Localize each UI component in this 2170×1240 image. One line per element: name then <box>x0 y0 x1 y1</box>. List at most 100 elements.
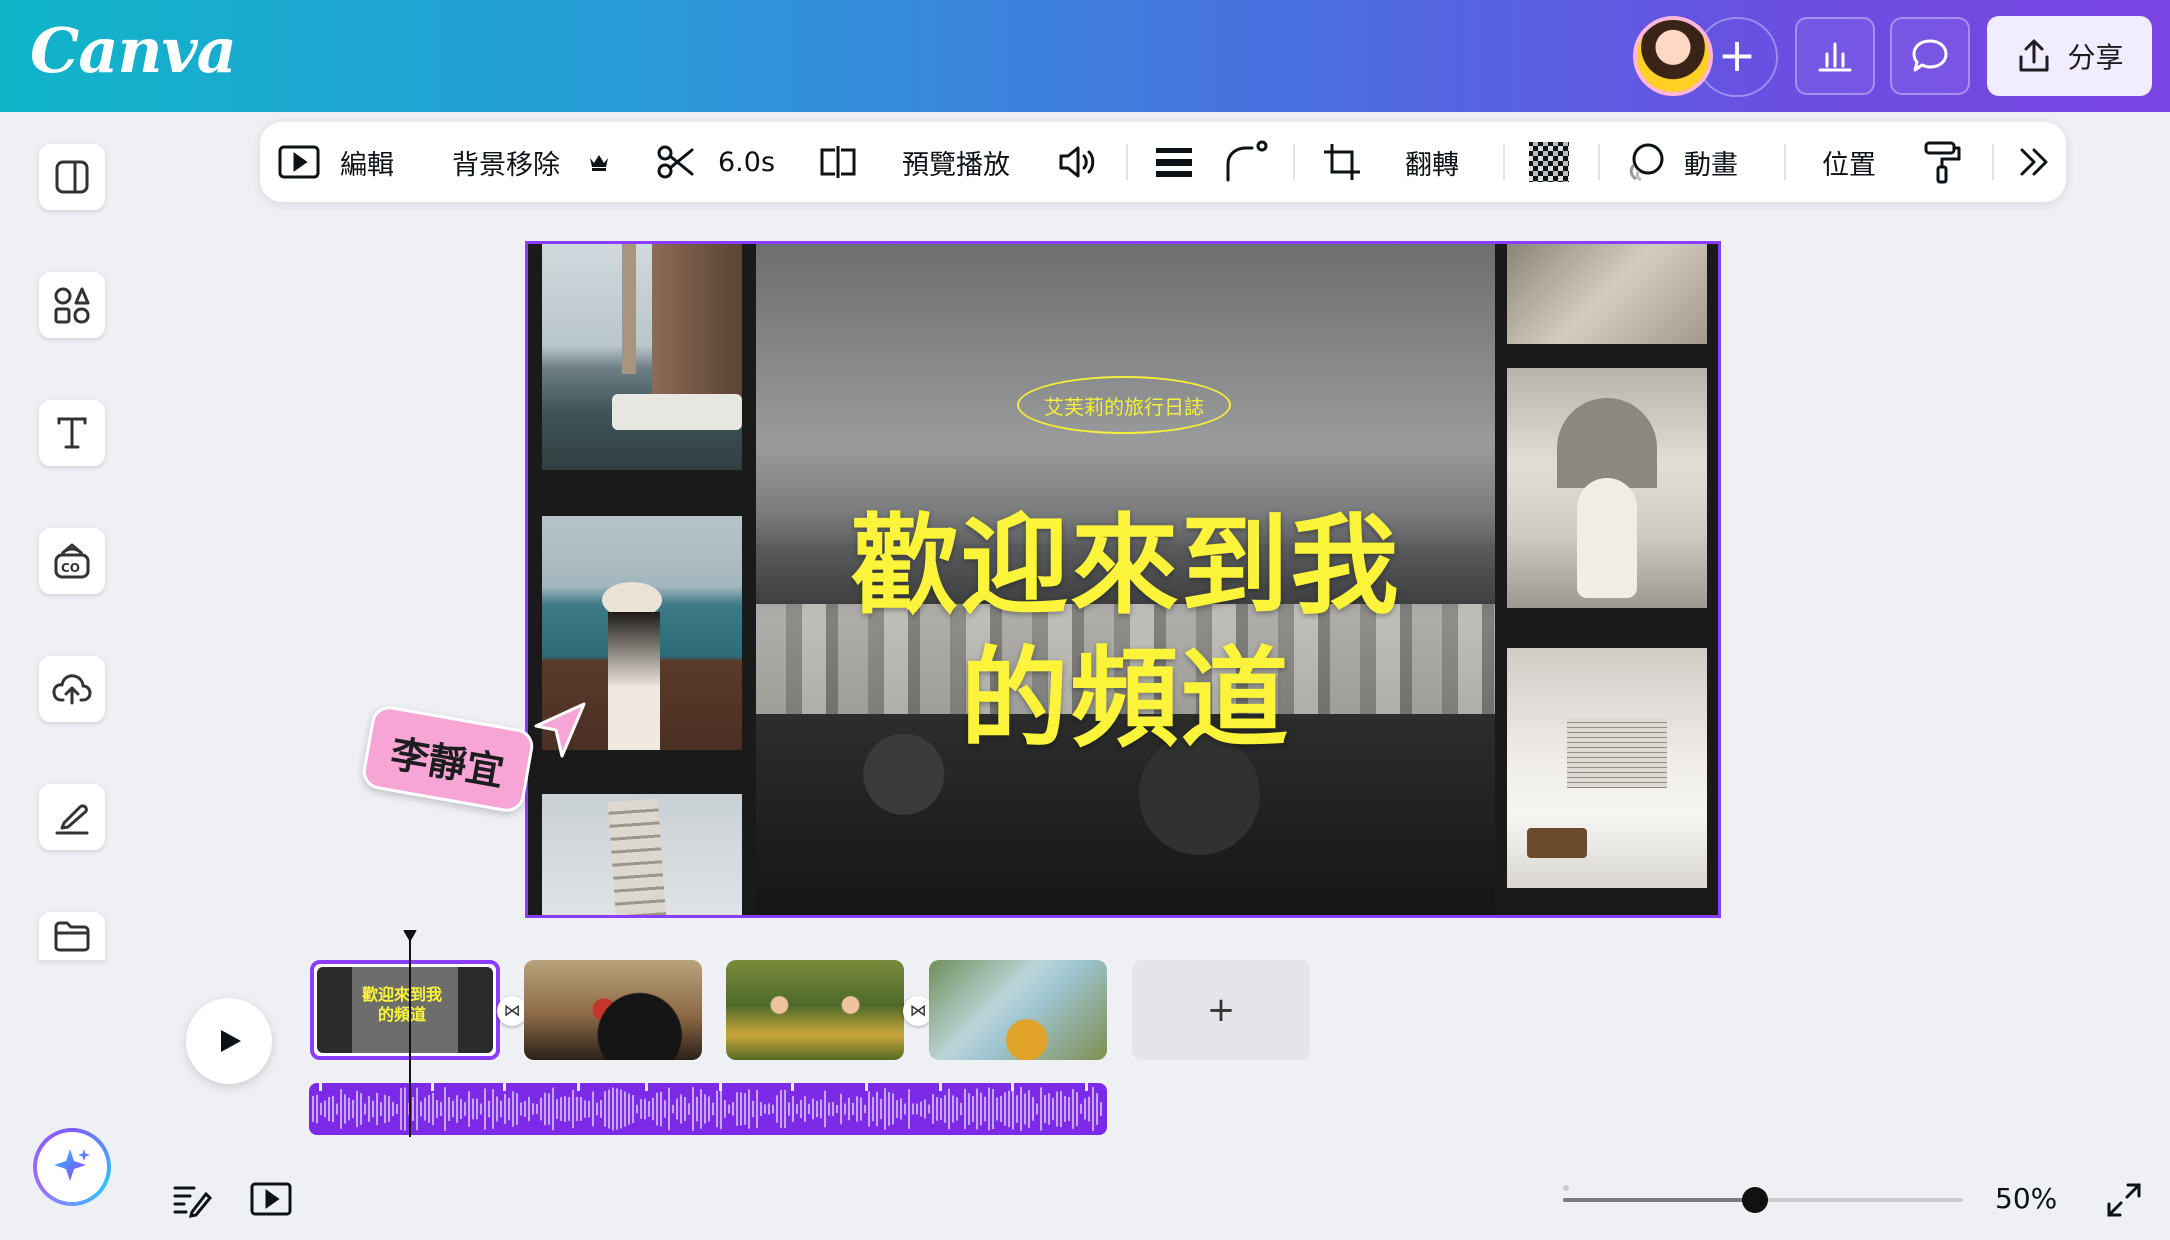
bg-remove-button[interactable]: 背景移除 <box>452 122 610 202</box>
draw-panel-button[interactable] <box>39 784 105 850</box>
position-button[interactable]: 位置 <box>1822 122 1876 202</box>
preview-label: 預覽播放 <box>902 149 1010 181</box>
play-button[interactable] <box>186 998 272 1084</box>
pisa-tower-photo[interactable] <box>542 794 742 915</box>
play-icon <box>221 1030 241 1052</box>
corner-radius-icon <box>1226 140 1268 182</box>
double-chevron-right-icon <box>2020 148 2048 176</box>
video-play-icon <box>278 145 320 179</box>
volume-button[interactable] <box>1057 122 1099 202</box>
zoom-level[interactable]: 50% <box>1995 1182 2057 1215</box>
sparkle-icon <box>54 1149 90 1181</box>
brand-kit-icon: CO <box>54 543 90 579</box>
zoom-min-dot <box>1563 1185 1569 1191</box>
upload-icon <box>2019 39 2049 72</box>
more-tools-button[interactable] <box>2016 122 2052 202</box>
svg-text:CO: CO <box>61 561 80 575</box>
magic-assistant-button[interactable] <box>33 1128 111 1206</box>
sunbathing-photo[interactable] <box>1507 244 1707 344</box>
transparency-icon <box>1529 142 1569 182</box>
line-weight-icon <box>1156 148 1192 177</box>
folder-icon <box>54 921 90 952</box>
share-label: 分享 <box>2067 41 2124 74</box>
audio-track[interactable] <box>309 1083 1107 1135</box>
journal-tag[interactable]: 艾芙莉的旅行日誌 <box>1017 376 1231 434</box>
line-weight-button[interactable] <box>1154 122 1194 202</box>
comments-button[interactable] <box>1890 17 1970 95</box>
canva-logo[interactable]: Canva <box>30 14 237 87</box>
venice-photo[interactable] <box>542 244 742 470</box>
edit-label: 編輯 <box>340 149 394 181</box>
present-button[interactable] <box>250 1181 292 1221</box>
comment-icon <box>1912 39 1948 72</box>
zoom-slider-handle[interactable] <box>1742 1187 1768 1213</box>
timeline-clip-1[interactable]: 歡迎來到我 的頻道 <box>310 960 500 1060</box>
scissors-icon <box>657 145 694 179</box>
pen-icon <box>55 804 89 835</box>
transparency-button[interactable] <box>1528 122 1570 202</box>
collaborator-name-tag: 李靜宜 <box>359 703 537 815</box>
title-line-2[interactable]: 的頻道 <box>756 612 1495 768</box>
crown-icon <box>590 155 608 171</box>
bar-chart-icon <box>1818 42 1852 72</box>
split-icon <box>820 146 856 178</box>
share-button[interactable]: 分享 <box>1987 16 2152 96</box>
split-button[interactable] <box>818 122 858 202</box>
left-film-strip <box>528 244 756 915</box>
user-avatar[interactable] <box>1633 16 1713 96</box>
position-label: 位置 <box>1822 149 1876 181</box>
paint-roller-icon <box>1924 141 1961 184</box>
timeline-clip-2[interactable] <box>524 960 702 1060</box>
corner-rounding-button[interactable] <box>1224 122 1268 202</box>
clip1-title-line-2: 的頻道 <box>377 1005 426 1024</box>
design-canvas[interactable]: 艾芙莉的旅行日誌 歡迎來到我 的頻道 <box>525 241 1721 918</box>
toolbar-divider <box>1503 144 1505 180</box>
clip1-title-line-1: 歡迎來到我 <box>361 985 442 1004</box>
preview-button[interactable]: 預覽播放 <box>902 122 1010 202</box>
zoom-slider-fill <box>1563 1198 1755 1202</box>
edit-video-button[interactable]: 編輯 <box>278 122 394 202</box>
add-page-button[interactable]: + <box>1132 960 1310 1060</box>
toolbar-divider <box>1992 144 1994 180</box>
transition-button-1[interactable]: ⋈ <box>497 996 527 1026</box>
timeline-clip-4[interactable] <box>929 960 1107 1060</box>
text-icon <box>57 417 87 449</box>
context-toolbar: 編輯 背景移除 6.0s 預覽播放 翻轉 動畫 位置 <box>260 122 2066 202</box>
insights-button[interactable] <box>1795 17 1875 95</box>
uploads-panel-button[interactable] <box>39 656 105 722</box>
brand-panel-button[interactable]: CO <box>39 528 105 594</box>
flip-button[interactable]: 翻轉 <box>1405 122 1459 202</box>
playhead-handle[interactable] <box>403 930 417 942</box>
text-panel-button[interactable] <box>39 400 105 466</box>
duration-label: 6.0s <box>718 146 776 178</box>
newspaper-bed-photo[interactable] <box>1507 648 1707 888</box>
volume-icon <box>1059 146 1095 178</box>
layout-icon <box>55 160 89 194</box>
shapes-icon <box>54 287 90 324</box>
copy-style-button[interactable] <box>1922 122 1962 202</box>
top-bar: Canva + 分享 <box>0 0 2170 112</box>
flip-label: 翻轉 <box>1405 149 1459 181</box>
expand-icon <box>2107 1183 2141 1217</box>
toolbar-divider <box>1126 144 1128 180</box>
notes-button[interactable] <box>172 1182 213 1222</box>
playhead[interactable] <box>409 937 411 1137</box>
timeline-clip-3[interactable] <box>726 960 904 1060</box>
animate-button[interactable]: 動畫 <box>1624 122 1738 202</box>
animate-label: 動畫 <box>1684 149 1738 181</box>
toolbar-divider <box>1598 144 1600 180</box>
right-film-strip <box>1495 244 1718 915</box>
bg-remove-label: 背景移除 <box>452 149 560 181</box>
collaborator-cursor-icon <box>534 702 586 758</box>
projects-panel-button[interactable] <box>39 912 105 960</box>
toolbar-divider <box>1293 144 1295 180</box>
cloud-upload-icon <box>52 674 92 705</box>
fullscreen-button[interactable] <box>2106 1182 2142 1222</box>
elements-panel-button[interactable] <box>39 272 105 338</box>
trevi-fountain-photo[interactable] <box>1507 368 1707 608</box>
present-play-icon <box>250 1182 292 1216</box>
crop-button[interactable] <box>1322 122 1362 202</box>
design-panel-button[interactable] <box>39 144 105 210</box>
trim-button[interactable]: 6.0s <box>656 122 775 202</box>
notes-icon <box>173 1186 213 1218</box>
